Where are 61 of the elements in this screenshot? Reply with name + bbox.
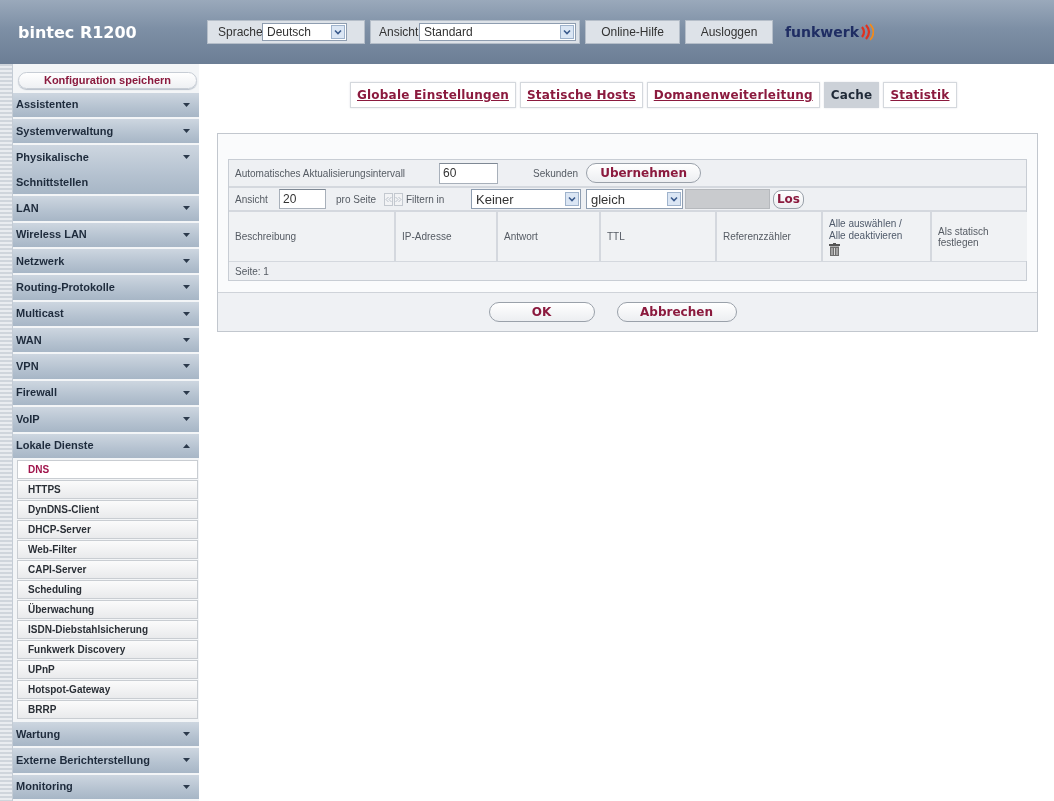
signal-waves-icon: [860, 23, 874, 41]
nav-subitem[interactable]: DynDNS-Client: [17, 499, 198, 519]
nav-subitem[interactable]: Funkwerk Discovery: [17, 639, 198, 659]
save-configuration-button[interactable]: Konfiguration speichern: [18, 72, 197, 89]
per-page-label: pro Seite: [336, 193, 378, 205]
go-button[interactable]: Los: [773, 189, 804, 209]
nav-subitem[interactable]: Scheduling: [17, 579, 198, 599]
nav-item[interactable]: Routing-Protokolle: [13, 275, 199, 300]
help-link[interactable]: Online-Hilfe: [585, 20, 680, 44]
nav-item[interactable]: VPN: [13, 354, 199, 379]
nav-subitem[interactable]: HTTPS: [17, 479, 198, 499]
refresh-interval-field[interactable]: 60: [439, 162, 498, 184]
view-label: Ansicht: [379, 25, 419, 39]
nav-item[interactable]: Systemverwaltung: [13, 119, 199, 144]
nav-item[interactable]: Lokale Dienste: [13, 433, 199, 458]
nav-item[interactable]: Wartung: [13, 721, 199, 747]
tab[interactable]: Domanenweiterleitung: [646, 82, 820, 108]
per-page-field[interactable]: 20: [279, 189, 326, 209]
tab[interactable]: Statistik: [883, 82, 957, 108]
trash-icon: [829, 242, 840, 256]
nav-item[interactable]: Monitoring: [13, 774, 199, 799]
nav-subitem[interactable]: UPnP: [17, 659, 198, 679]
operator-select[interactable]: gleich: [586, 189, 683, 209]
view-select[interactable]: Standard: [419, 23, 576, 41]
nav-subitem[interactable]: ISDN-Diebstahlsicherung: [17, 619, 198, 639]
select-all-link[interactable]: Alle auswählen / Alle deaktivieren: [829, 217, 930, 242]
nav-item[interactable]: Externe Berichterstellung: [13, 748, 199, 773]
seconds-label: Sekunden: [533, 167, 579, 179]
tab[interactable]: Globale Einstellungen: [350, 82, 516, 108]
nav-item[interactable]: Multicast: [13, 301, 199, 326]
view-label: Ansicht: [235, 193, 269, 205]
tab[interactable]: Statische Hosts: [520, 82, 643, 108]
language-select[interactable]: Deutsch: [262, 23, 347, 41]
nav-item[interactable]: WAN: [13, 328, 199, 353]
ok-button[interactable]: OK: [488, 302, 595, 322]
nav-subitem[interactable]: DNS: [17, 459, 198, 479]
refresh-interval-label: Automatisches Aktualisierungsintervall: [235, 167, 407, 179]
filter-label: Filtern in: [406, 193, 446, 205]
double-chevron-left-icon: [385, 195, 392, 203]
nav-item[interactable]: Firewall: [13, 380, 199, 406]
nav-subitem[interactable]: DHCP-Server: [17, 519, 198, 539]
nav-item[interactable]: Assistenten: [13, 92, 199, 117]
language-label: Sprache: [218, 25, 262, 39]
apply-button[interactable]: Ubernehmen: [586, 163, 702, 183]
nav-item[interactable]: Netzwerk: [13, 248, 199, 274]
filter-column-select[interactable]: Keiner: [471, 189, 581, 209]
nav-item[interactable]: Wireless LAN: [13, 222, 199, 247]
nav-subitem[interactable]: Überwachung: [17, 599, 198, 619]
logout-link[interactable]: Ausloggen: [685, 20, 773, 44]
double-chevron-right-icon: [395, 195, 402, 203]
device-title: bintec R1200: [18, 22, 138, 42]
cancel-button[interactable]: Abbrechen: [616, 302, 737, 322]
brand-logo: funkwerk: [785, 24, 859, 40]
nav-subitem[interactable]: BRRP: [17, 699, 198, 719]
nav-item[interactable]: LAN: [13, 196, 199, 221]
nav-item[interactable]: VoIP: [13, 407, 199, 432]
nav-item[interactable]: Physikalische Schnittstellen: [13, 145, 199, 195]
nav-subitem[interactable]: Web-Filter: [17, 539, 198, 559]
nav-subitem[interactable]: CAPI-Server: [17, 559, 198, 579]
nav-subitem[interactable]: Hotspot-Gateway: [17, 679, 198, 699]
tab[interactable]: Cache: [823, 82, 880, 108]
